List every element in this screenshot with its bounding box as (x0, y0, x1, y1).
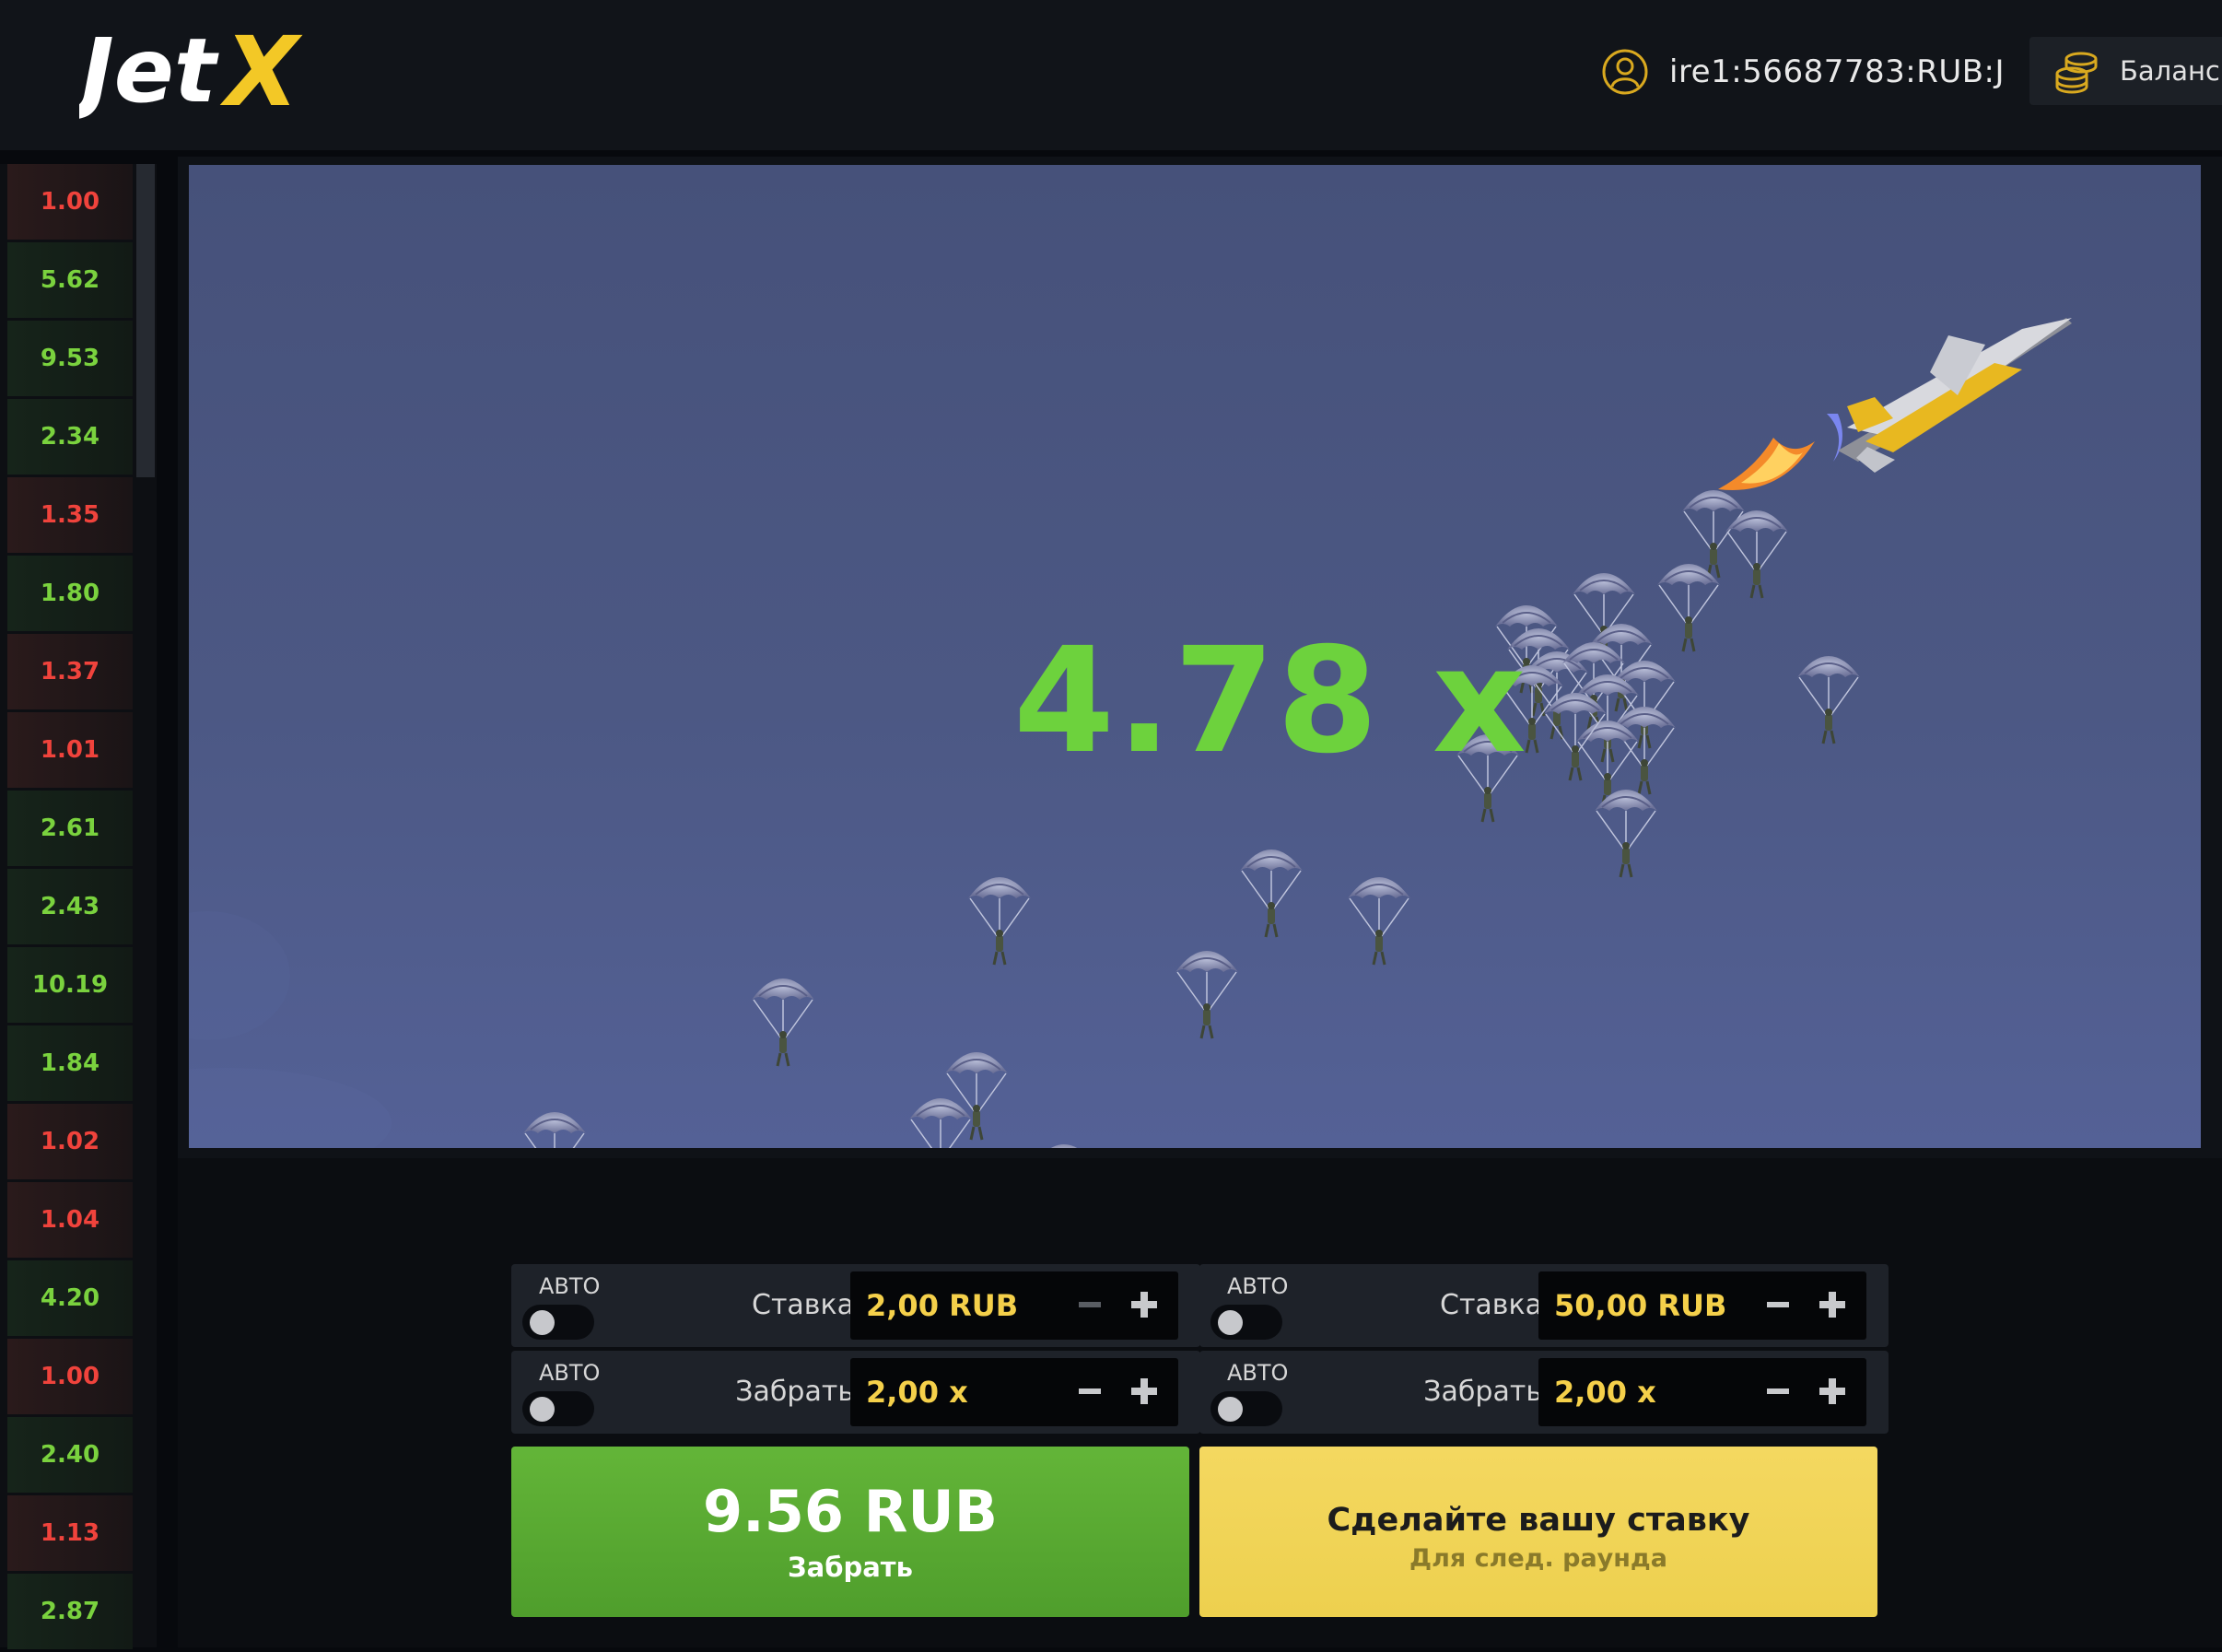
auto-bet-toggle-1[interactable] (522, 1305, 594, 1340)
history-item: 2.40 (7, 1417, 133, 1493)
history-item: 1.13 (7, 1495, 133, 1571)
history-item: 1.04 (7, 1182, 133, 1258)
stake-label: Ставка (1440, 1289, 1542, 1321)
auto-bet-toggle-2[interactable] (1210, 1305, 1282, 1340)
cashout-label: Забрать (1423, 1376, 1542, 1408)
stake-value: 50,00 RUB (1554, 1288, 1727, 1323)
history-scrollbar[interactable] (136, 164, 155, 477)
jet-plane-icon (1718, 318, 2072, 490)
place-bet-subtitle: Для след. раунда (1409, 1544, 1667, 1573)
cashout-label: Забрать (735, 1376, 854, 1408)
cashout-row-1: АВТО Забрать 2,00 x (511, 1351, 1200, 1434)
history-item: 1.84 (7, 1025, 133, 1101)
history-item: 1.00 (7, 164, 133, 240)
stake-row-2: АВТО Ставка 50,00 RUB (1199, 1264, 1889, 1347)
place-bet-title: Сделайте вашу ставку (1327, 1502, 1750, 1539)
history-item: 1.01 (7, 712, 133, 788)
cashout-button-label: Забрать (788, 1552, 913, 1583)
history-item: 1.80 (7, 556, 133, 631)
history-item: 9.53 (7, 321, 133, 396)
history-item: 5.62 (7, 242, 133, 318)
username: ire1:56687783:RUB:J (1669, 53, 2006, 90)
toggle-knob (530, 1310, 555, 1335)
auto-label: АВТО (1227, 1360, 1289, 1386)
auto-label: АВТО (1227, 1273, 1289, 1299)
balance-label: Баланс (2120, 55, 2220, 87)
balance-button[interactable]: Баланс (2029, 37, 2222, 105)
cashout-value: 2,00 x (866, 1375, 968, 1410)
history-item: 1.02 (7, 1104, 133, 1179)
history-item: 2.34 (7, 399, 133, 475)
history-item: 1.35 (7, 477, 133, 553)
plus-icon[interactable] (1124, 1284, 1164, 1325)
history-item: 10.19 (7, 947, 133, 1023)
svg-text:Jet: Jet (79, 20, 219, 122)
minus-icon[interactable] (1758, 1284, 1798, 1325)
cashout-button[interactable]: 9.56 RUB Забрать (511, 1447, 1189, 1617)
stake-value: 2,00 RUB (866, 1288, 1019, 1323)
game-canvas: 4.78 x (189, 165, 2201, 1148)
minus-icon[interactable] (1070, 1371, 1110, 1412)
stake-input-1[interactable]: 2,00 RUB (850, 1271, 1178, 1340)
auto-cashout-toggle-2[interactable] (1210, 1391, 1282, 1426)
history-item: 1.00 (7, 1339, 133, 1414)
plus-icon[interactable] (1124, 1371, 1164, 1412)
current-multiplier: 4.78 x (1013, 616, 1528, 786)
place-bet-button[interactable]: Сделайте вашу ставку Для след. раунда (1199, 1447, 1877, 1617)
history-item: 2.87 (7, 1574, 133, 1649)
auto-cashout-toggle-1[interactable] (522, 1391, 594, 1426)
top-header: Jet X ire1:56687783:RUB:J Баланс (0, 0, 2222, 150)
auto-label: АВТО (539, 1360, 601, 1386)
toggle-knob (1218, 1397, 1243, 1422)
history-item: 2.43 (7, 869, 133, 944)
jetx-logo[interactable]: Jet X (79, 20, 319, 122)
minus-icon[interactable] (1070, 1284, 1110, 1325)
stake-label: Ставка (752, 1289, 854, 1321)
user-icon (1602, 49, 1648, 95)
history-list: 1.00 5.62 9.53 2.34 1.35 1.80 1.37 1.01 2.61 2.43… (7, 164, 133, 1652)
cashout-value: 2,00 x (1554, 1375, 1656, 1410)
history-item: 2.61 (7, 791, 133, 866)
stake-input-2[interactable]: 50,00 RUB (1538, 1271, 1866, 1340)
cashout-row-2: АВТО Забрать 2,00 x (1199, 1351, 1889, 1434)
cashout-amount: 9.56 RUB (703, 1478, 998, 1545)
toggle-knob (1218, 1310, 1243, 1335)
cashout-input-1[interactable]: 2,00 x (850, 1358, 1178, 1426)
history-item: 4.20 (7, 1260, 133, 1336)
plus-icon[interactable] (1812, 1371, 1853, 1412)
stake-row-1: АВТО Ставка 2,00 RUB (511, 1264, 1200, 1347)
auto-label: АВТО (539, 1273, 601, 1299)
svg-text:X: X (219, 20, 303, 122)
cashout-input-2[interactable]: 2,00 x (1538, 1358, 1866, 1426)
toggle-knob (530, 1397, 555, 1422)
multiplier-history: 1.00 5.62 9.53 2.34 1.35 1.80 1.37 1.01 2.61 2.43… (0, 164, 157, 1649)
user-account[interactable]: ire1:56687783:RUB:J (1601, 44, 2005, 100)
coins-icon (2055, 52, 2098, 94)
minus-icon[interactable] (1758, 1371, 1798, 1412)
history-item: 1.37 (7, 634, 133, 709)
plus-icon[interactable] (1812, 1284, 1853, 1325)
